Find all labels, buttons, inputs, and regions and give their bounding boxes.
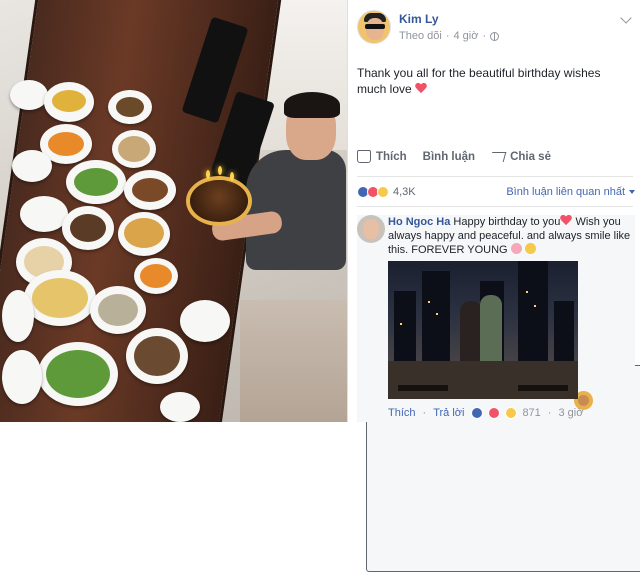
like-icon — [471, 407, 484, 419]
comment-body: Ho Ngoc Ha Happy birthday to you Wish yo… — [388, 215, 631, 406]
author-name[interactable]: Kim Ly — [399, 12, 499, 26]
comment-actions: Thích · Trả lời 871 · 3 giờ — [388, 407, 584, 419]
post-header: Kim Ly Theo dõi · 4 giờ · — [357, 10, 500, 44]
wow-icon — [505, 407, 518, 419]
heart-icon — [560, 215, 572, 226]
globe-icon — [490, 31, 500, 41]
divider — [357, 206, 633, 207]
wow-icon[interactable] — [377, 186, 389, 198]
plate — [20, 196, 68, 232]
plate — [124, 170, 176, 210]
divider — [357, 176, 633, 177]
chevron-down-icon[interactable] — [620, 12, 632, 24]
candle-flame — [206, 170, 210, 179]
separator: · — [445, 30, 450, 42]
comment-label: Bình luận — [422, 150, 476, 163]
post-photo[interactable] — [0, 0, 347, 422]
plate — [126, 328, 188, 384]
avatar[interactable] — [357, 10, 391, 44]
cake-emoji-icon — [578, 395, 589, 406]
plate — [2, 350, 42, 404]
comment-button[interactable]: Bình luận — [366, 150, 640, 572]
comment-author[interactable]: Ho Ngoc Ha — [388, 216, 450, 228]
comment-sort-label: Bình luận liên quan nhất — [506, 186, 625, 198]
heart-icon — [415, 83, 427, 94]
comment-time[interactable]: 3 giờ — [558, 407, 583, 419]
thumbs-up-icon — [357, 150, 371, 163]
plate — [160, 392, 200, 422]
love-icon — [488, 407, 501, 419]
person-figure — [480, 295, 502, 371]
reaction-count[interactable]: 4,3K — [393, 186, 416, 198]
plate — [180, 300, 230, 342]
share-button[interactable]: Chia sẻ — [489, 150, 551, 163]
like-button[interactable]: Thích — [357, 150, 407, 163]
caret-down-icon — [629, 190, 635, 194]
plate — [118, 212, 170, 256]
plate — [66, 160, 126, 204]
like-label: Thích — [376, 150, 407, 163]
post-message: Thank you all for the beautiful birthday… — [357, 65, 627, 97]
plate — [24, 270, 96, 326]
plate — [2, 290, 34, 342]
candle-flame — [218, 166, 222, 175]
comment-reply-link[interactable]: Trả lời — [433, 407, 464, 419]
plate — [12, 150, 52, 182]
post-message-text: Thank you all for the beautiful birthday… — [357, 66, 601, 96]
comment-photo[interactable] — [388, 261, 578, 399]
plate — [44, 82, 94, 122]
comment-like-link[interactable]: Thích — [388, 407, 416, 419]
follow-link[interactable]: Theo dõi — [399, 30, 442, 42]
person-shirt — [246, 150, 346, 270]
plate — [38, 342, 118, 406]
floor — [240, 300, 347, 422]
person-hair — [284, 92, 340, 118]
pig-emoji-icon — [510, 243, 522, 254]
share-label: Chia sẻ — [510, 150, 551, 163]
plate — [112, 130, 156, 168]
plate — [134, 258, 178, 294]
post-actions: Thích Bình luận Chia sẻ — [357, 150, 640, 572]
post-time[interactable]: 4 giờ — [453, 30, 478, 42]
plate — [108, 90, 152, 124]
comment-text: Happy birthday to you — [453, 216, 561, 228]
avatar[interactable] — [357, 215, 385, 243]
photo-viewer: Kim Ly Theo dõi · 4 giờ · Thank you all … — [0, 0, 640, 572]
reactions-bar: 4,3K Bình luận liên quan nhất — [357, 186, 635, 198]
comment-reaction-count[interactable]: 871 — [522, 407, 540, 419]
post-panel: Kim Ly Theo dõi · 4 giờ · Thank you all … — [347, 0, 640, 572]
kiss-emoji-icon — [524, 243, 536, 254]
plate — [62, 206, 114, 250]
comment-item: Ho Ngoc Ha Happy birthday to you Wish yo… — [357, 215, 635, 422]
share-icon — [489, 151, 507, 162]
plate — [10, 80, 48, 110]
post-meta: Theo dõi · 4 giờ · — [399, 30, 500, 42]
plate — [90, 286, 146, 334]
birthday-cake — [190, 180, 248, 222]
comment-sort-dropdown[interactable]: Bình luận liên quan nhất — [506, 186, 635, 198]
candle-flame — [230, 172, 234, 181]
separator: · — [482, 30, 487, 42]
